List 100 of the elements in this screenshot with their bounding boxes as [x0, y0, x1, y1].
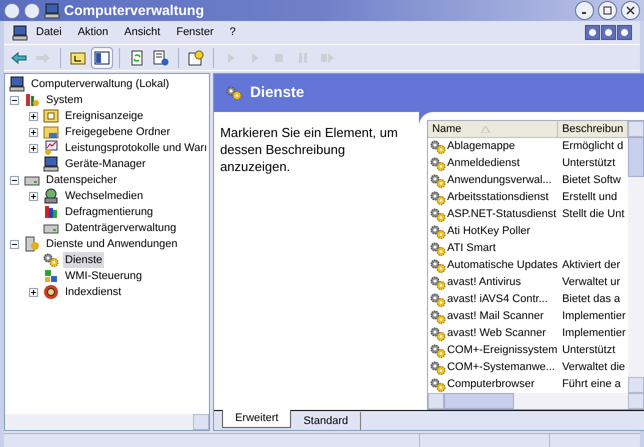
close-icon	[626, 6, 635, 15]
tree-item[interactable]: Datenspeicher	[44, 172, 119, 188]
table-cell[interactable]: ATI Smart	[447, 240, 496, 257]
table-cell[interactable]: avast! Mail Scanner	[447, 308, 544, 325]
table-cell-text: Bietet Softw	[561, 173, 621, 188]
table-cell[interactable]: Computerbrowser	[447, 376, 534, 393]
tree-item[interactable]: Defragmentierung	[63, 204, 156, 220]
disc-icon	[43, 188, 59, 204]
gears-icon	[430, 174, 446, 188]
gears-icon	[430, 208, 446, 222]
computer-icon	[12, 24, 28, 40]
refresh-icon	[129, 50, 145, 66]
help-icon	[188, 50, 204, 66]
table-cell[interactable]: Arbeitsstationsdienst	[447, 189, 549, 206]
table-cell-text: Bietet das a	[561, 292, 620, 308]
tree-item[interactable]: Freigegebene Ordner	[63, 124, 172, 140]
view-tab[interactable]: Erweitert	[222, 410, 292, 428]
computer-icon	[9, 76, 25, 92]
chart-icon	[43, 140, 59, 156]
table-cell[interactable]: COM+-Ereignissystem	[447, 342, 558, 359]
table-cell[interactable]: Ablagemappe	[447, 138, 515, 155]
gears-icon	[430, 326, 446, 340]
tree-item[interactable]: WMI-Steuerung	[63, 268, 144, 284]
tree-item[interactable]: Computerverwaltung (Lokal)	[29, 76, 172, 92]
maximize-icon	[603, 6, 612, 15]
folder-up-icon	[70, 50, 86, 66]
table-cell[interactable]: Anmeldedienst	[447, 155, 520, 172]
minimize-child-button[interactable]	[585, 25, 600, 40]
pane-title: Dienste	[250, 82, 304, 103]
description-hint: Markieren Sie ein Element, um dessen Beschreibung anzuzeigen.	[220, 124, 399, 175]
horizontal-scrollbar[interactable]	[5, 414, 210, 430]
tree-item[interactable]: Leistungsprotokolle und Warı	[63, 140, 210, 156]
back-arrow-icon	[11, 50, 27, 66]
expand-toggle[interactable]	[29, 112, 38, 120]
tree-item[interactable]: Geräte-Manager	[63, 156, 148, 172]
table-cell-text: Ermöglicht d	[561, 139, 624, 154]
table-cell[interactable]: avast! Antivirus	[447, 274, 522, 291]
table-cell-text: Unterstützt	[561, 156, 616, 172]
table-cell-text: Unterstützt	[561, 343, 616, 358]
table-cell-text: Stellt die Unt	[561, 207, 624, 222]
close-child-button[interactable]	[617, 25, 632, 40]
expand-toggle[interactable]	[29, 288, 38, 296]
server-icon	[24, 236, 40, 252]
tree-item[interactable]: System	[44, 92, 85, 108]
menu-item[interactable]: Aktion	[70, 24, 116, 41]
collapse-toggle[interactable]	[10, 176, 19, 184]
table-cell-text: Verwaltet die	[561, 360, 626, 376]
computer-icon	[44, 2, 60, 18]
toolbar-button[interactable]	[91, 46, 113, 68]
table-cell[interactable]: Anwendungsverwal...	[447, 172, 552, 189]
gears-icon	[430, 156, 446, 170]
table-cell-text: Implementier	[561, 326, 626, 342]
table-cell-text: Aktiviert der	[561, 258, 620, 274]
log-icon	[43, 108, 59, 124]
column-header[interactable]: Name	[428, 121, 558, 137]
gears-icon	[226, 86, 242, 100]
gears-icon	[430, 360, 446, 374]
table-cell-text: Erstellt und	[561, 190, 618, 206]
vertical-scrollbar[interactable]	[628, 121, 644, 393]
gears-icon	[430, 310, 446, 324]
gears-icon	[430, 224, 446, 238]
table-cell[interactable]: Automatische Updates	[447, 257, 558, 274]
menu-item[interactable]: Ansicht	[116, 24, 168, 41]
tree-item[interactable]: Wechselmedien	[63, 188, 146, 204]
tools-icon	[24, 92, 40, 108]
tree-item[interactable]: Indexdienst	[63, 284, 124, 300]
gears-icon	[430, 378, 446, 392]
folder-icon	[43, 124, 59, 140]
expand-toggle[interactable]	[29, 144, 38, 152]
minimize-button[interactable]	[575, 1, 594, 20]
collapse-toggle[interactable]	[10, 240, 19, 248]
tree-item[interactable]: Dienste und Anwendungen	[44, 236, 180, 252]
expand-toggle[interactable]	[29, 192, 38, 200]
window-title: Computerverwaltung	[64, 1, 204, 20]
table-cell[interactable]: Ati HotKey Poller	[447, 223, 530, 240]
tree-item[interactable]: Datenträgerverwaltung	[63, 220, 178, 236]
tree-item[interactable]: Ereignisanzeige	[63, 108, 146, 124]
gears-icon	[430, 292, 446, 306]
menu-item[interactable]: Fenster	[168, 24, 222, 41]
computer-icon	[43, 156, 59, 172]
menu-item[interactable]: Datei	[28, 24, 70, 41]
close-button[interactable]	[621, 1, 640, 20]
wmi-icon	[43, 268, 59, 284]
menu-item[interactable]: ?	[222, 24, 244, 41]
table-cell[interactable]: COM+-Systemanwe...	[447, 359, 555, 376]
gears-icon	[430, 140, 446, 154]
expand-toggle[interactable]	[29, 128, 38, 136]
export-list-icon	[153, 50, 169, 66]
maximize-button[interactable]	[598, 1, 617, 20]
view-tab[interactable]: Standard	[291, 412, 362, 430]
restore-child-button[interactable]	[601, 25, 616, 40]
table-cell[interactable]: ASP.NET-Statusdienst	[447, 206, 556, 223]
table-cell-text: Führt eine a	[561, 377, 621, 392]
collapse-toggle[interactable]	[10, 96, 19, 104]
tree-item[interactable]: Dienste	[63, 252, 104, 268]
gears-icon	[43, 253, 59, 267]
gears-icon	[430, 190, 446, 204]
table-cell[interactable]: avast! iAVS4 Contr...	[447, 291, 548, 308]
horizontal-scrollbar[interactable]	[428, 393, 644, 409]
table-cell[interactable]: avast! Web Scanner	[447, 325, 546, 342]
